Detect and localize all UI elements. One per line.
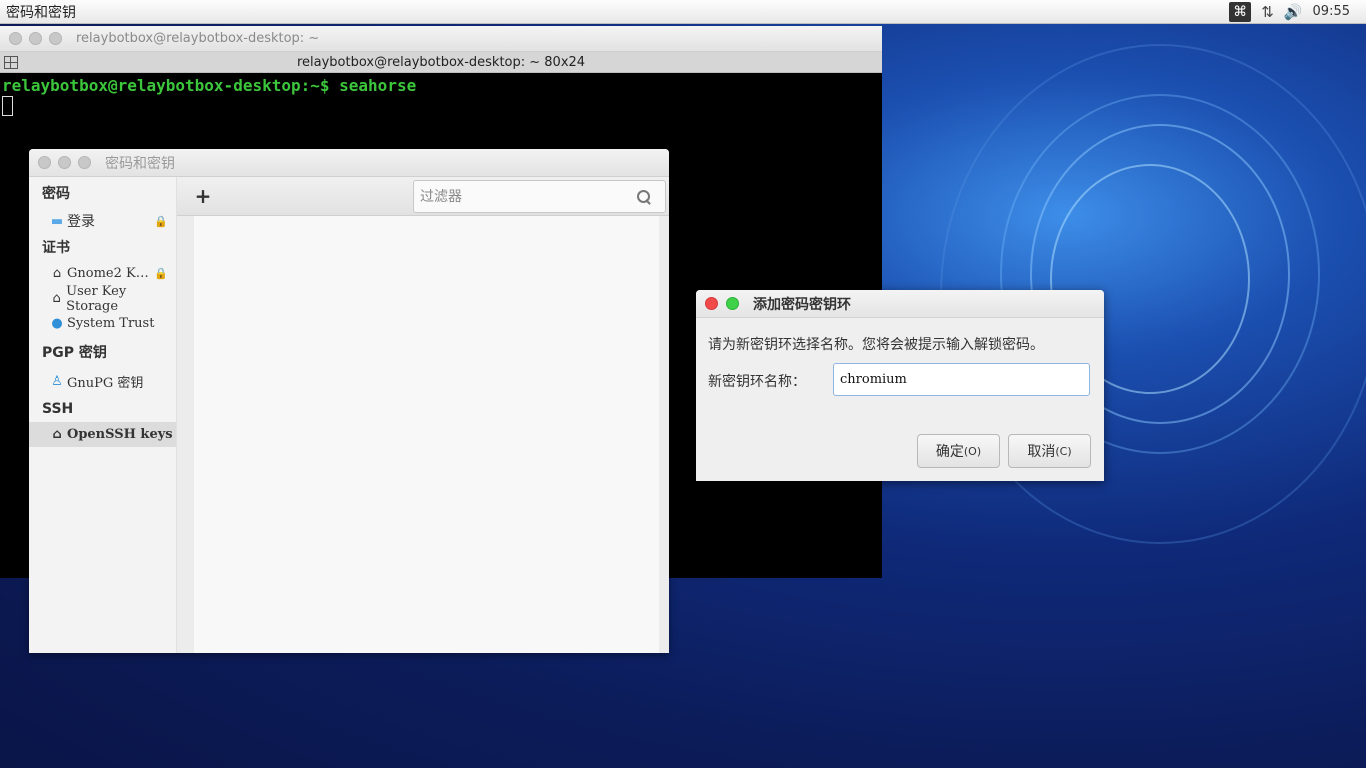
ok-button-label: 确定 <box>935 444 964 460</box>
sidebar-section-passwords: 密码 <box>42 186 70 202</box>
dialog-title: 添加密码密钥环 <box>753 296 851 313</box>
sidebar-section-ssh: SSH <box>42 401 74 417</box>
minimize-button[interactable] <box>29 32 42 45</box>
close-button[interactable] <box>705 297 718 310</box>
sidebar-item-label: 登录 <box>67 214 95 230</box>
sidebar-section-pgp: PGP 密钥 <box>42 345 107 361</box>
cancel-button[interactable]: 取消 (C) <box>1008 434 1091 468</box>
home-icon: ⌂ <box>52 266 62 281</box>
network-icon[interactable]: ⇅ <box>1261 3 1274 21</box>
sidebar-item-label: User Key Storage <box>66 283 127 314</box>
sidebar-item-label: System Trust <box>67 316 155 331</box>
terminal-titlebar[interactable]: relaybotbox@relaybotbox-desktop: ~ <box>0 26 882 52</box>
sidebar-item-label: GnuPG 密钥 <box>67 375 144 391</box>
sidebar-item-user-key-storage[interactable]: ⌂ User Key Storage <box>29 283 176 314</box>
filter-input[interactable] <box>414 188 637 205</box>
minimize-button[interactable] <box>58 156 71 169</box>
sidebar-item-gnome2[interactable]: ⌂ Gnome2 K… 🔒 <box>29 261 176 286</box>
sidebar-item-label: OpenSSH keys <box>67 427 173 442</box>
terminal-prompt-line: relaybotbox@relaybotbox-desktop:~$ seaho… <box>2 76 417 95</box>
sidebar-item-openssh[interactable]: ⌂ OpenSSH keys <box>29 422 176 447</box>
volume-icon[interactable]: 🔊 <box>1284 3 1303 21</box>
seahorse-titlebar[interactable]: 密码和密钥 <box>29 149 669 177</box>
ok-button[interactable]: 确定 (O) <box>917 434 1000 468</box>
filter-box[interactable] <box>413 180 666 213</box>
terminal-output[interactable]: relaybotbox@relaybotbox-desktop:~$ seaho… <box>0 73 882 119</box>
home-icon: ⌂ <box>52 291 61 306</box>
terminal-window-title: relaybotbox@relaybotbox-desktop: ~ <box>76 31 320 46</box>
user-key-icon: ♙ <box>51 373 63 389</box>
maximize-button[interactable] <box>726 297 739 310</box>
command-icon[interactable]: ⌘ <box>1229 1 1252 22</box>
close-button[interactable] <box>38 156 51 169</box>
terminal-cursor <box>2 96 13 116</box>
system-tray: ⌘ ⇅ 🔊 09:55 <box>1229 1 1366 22</box>
sidebar-section-certificates: 证书 <box>42 240 70 256</box>
terminal-tabbar: relaybotbox@relaybotbox-desktop: ~ 80x24 <box>0 52 882 73</box>
active-app-title: 密码和密钥 <box>6 4 76 21</box>
sidebar-item-gnupg[interactable]: ♙ GnuPG 密钥 <box>29 366 176 396</box>
cancel-button-label: 取消 <box>1027 444 1056 460</box>
keyring-name-input[interactable] <box>833 363 1090 396</box>
add-button[interactable]: + <box>194 184 212 208</box>
dialog-message: 请为新密钥环选择名称。您将会被提示输入解锁密码。 <box>708 337 1044 353</box>
sidebar: 密码 ▬ 登录 🔒 证书 ⌂ Gnome2 K… 🔒 ⌂ User Key St… <box>29 177 177 653</box>
sidebar-item-login[interactable]: ▬ 登录 🔒 <box>29 207 176 235</box>
maximize-button[interactable] <box>78 156 91 169</box>
main-content: + <box>177 177 669 653</box>
keyring-name-label: 新密钥环名称： <box>708 374 806 390</box>
ok-button-mnemonic: (O) <box>963 444 982 458</box>
clock[interactable]: 09:55 <box>1313 4 1350 19</box>
passwords-and-keys-window[interactable]: 密码和密钥 密码 ▬ 登录 🔒 证书 ⌂ Gnome2 K… 🔒 ⌂ User … <box>29 149 669 653</box>
folder-icon: ▬ <box>50 213 64 229</box>
key-list[interactable] <box>194 216 659 653</box>
search-icon[interactable] <box>637 189 651 204</box>
maximize-button[interactable] <box>49 32 62 45</box>
terminal-tab-label[interactable]: relaybotbox@relaybotbox-desktop: ~ 80x24 <box>0 55 882 70</box>
seahorse-window-title: 密码和密钥 <box>105 155 175 172</box>
close-button[interactable] <box>9 32 22 45</box>
lock-icon[interactable]: 🔒 <box>154 267 168 280</box>
sidebar-item-system-trust[interactable]: ● System Trust <box>29 311 176 336</box>
cancel-button-mnemonic: (C) <box>1055 444 1072 458</box>
top-panel: 密码和密钥 ⌘ ⇅ 🔊 09:55 <box>0 0 1366 24</box>
home-icon: ⌂ <box>52 427 62 442</box>
sidebar-item-label: Gnome2 K… <box>67 266 149 281</box>
system-trust-icon: ● <box>51 316 63 331</box>
dialog-titlebar[interactable]: 添加密码密钥环 <box>696 290 1104 318</box>
add-keyring-dialog[interactable]: 添加密码密钥环 请为新密钥环选择名称。您将会被提示输入解锁密码。 新密钥环名称：… <box>696 290 1104 481</box>
lock-icon[interactable]: 🔒 <box>154 215 168 228</box>
toolbar: + <box>177 177 669 216</box>
